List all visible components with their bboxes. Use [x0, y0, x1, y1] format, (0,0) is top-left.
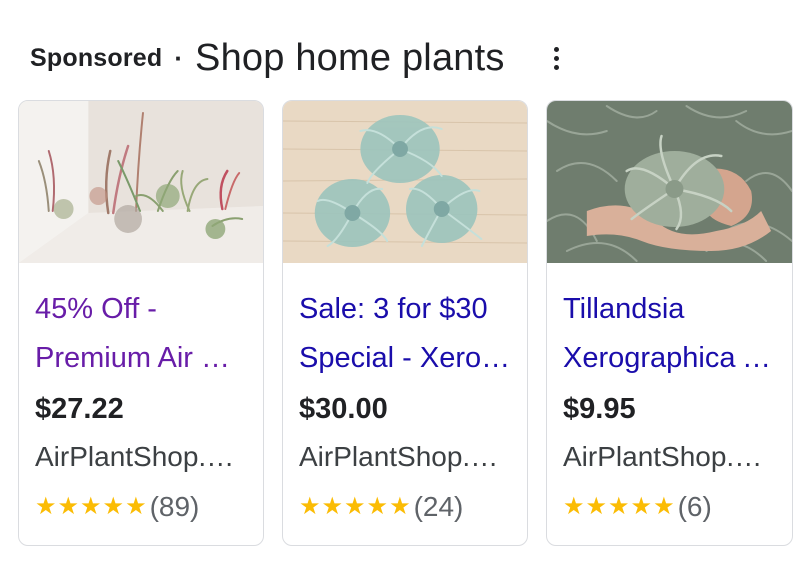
product-rating: ★★★★★ (6) — [563, 487, 776, 527]
star-rating-icon: ★★★★★ — [563, 493, 676, 520]
merchant-name: AirPlantShop.com — [299, 441, 511, 472]
rating-count: (89) — [149, 491, 200, 522]
product-rating: ★★★★★ (24) — [299, 487, 511, 527]
ads-header: Sponsored · Shop home plants — [30, 30, 505, 86]
sponsored-label: Sponsored — [30, 43, 163, 72]
product-price: $27.22 — [35, 393, 124, 425]
merchant-name: AirPlantShop.com — [563, 441, 776, 472]
product-price: $30.00 — [299, 393, 388, 425]
rating-count: (6) — [677, 491, 712, 522]
star-rating-icon: ★★★★★ — [299, 493, 412, 520]
product-card[interactable]: Sale: 3 for $30 Special - Xerographica $… — [282, 100, 528, 546]
product-card[interactable]: 45% Off - Premium Air Plants $27.22 AirP… — [18, 100, 264, 546]
product-title-link[interactable]: Sale: 3 for $30 Special - Xerographica — [299, 285, 511, 383]
product-image[interactable] — [283, 101, 527, 263]
more-options-icon[interactable] — [546, 40, 566, 76]
product-image[interactable] — [19, 101, 263, 263]
product-rating: ★★★★★ (89) — [35, 487, 247, 527]
product-title-link[interactable]: 45% Off - Premium Air Plants — [35, 285, 247, 383]
section-title: Shop home plants — [195, 36, 505, 79]
rating-count: (24) — [413, 491, 464, 522]
star-rating-icon: ★★★★★ — [35, 493, 148, 520]
product-title-link[interactable]: Tillandsia Xerographica Air Plant — [563, 285, 776, 383]
separator-dot: · — [174, 42, 184, 73]
merchant-name: AirPlantShop.com — [35, 441, 247, 472]
product-price: $9.95 — [563, 393, 636, 425]
product-card[interactable]: Tillandsia Xerographica Air Plant $9.95 … — [546, 100, 793, 546]
product-carousel: 45% Off - Premium Air Plants $27.22 AirP… — [18, 100, 793, 546]
product-image[interactable] — [547, 101, 792, 263]
